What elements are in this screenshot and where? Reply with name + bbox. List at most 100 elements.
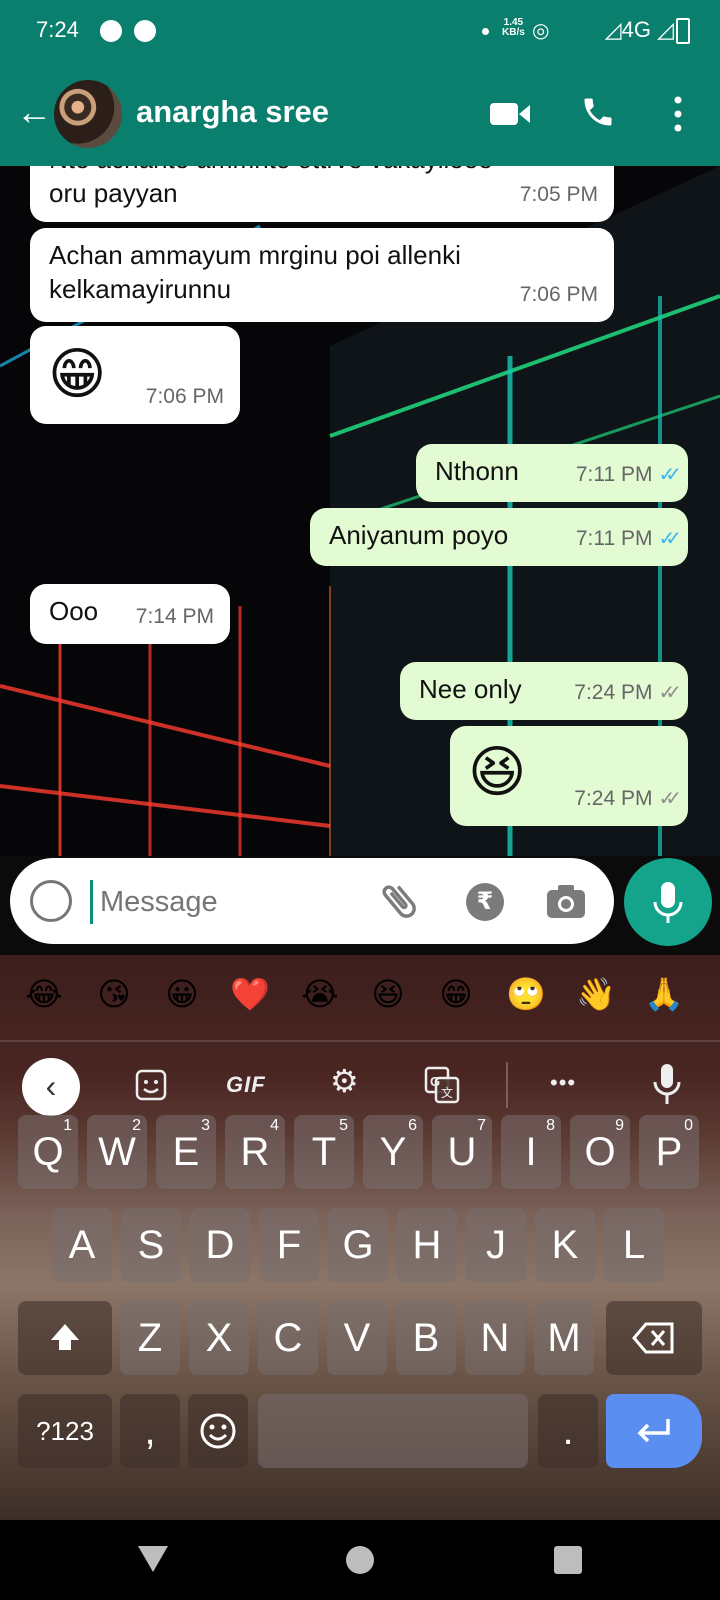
voice-call-icon[interactable]	[580, 94, 616, 130]
symbols-key[interactable]: ?123	[18, 1394, 112, 1468]
attach-icon[interactable]	[376, 878, 422, 924]
key-letter[interactable]: W2	[87, 1115, 147, 1189]
emoji-suggestion[interactable]: 😭	[290, 975, 350, 1013]
video-call-icon[interactable]	[490, 101, 530, 127]
back-arrow-icon[interactable]: ←	[16, 94, 52, 130]
message-text: kelkamayirunnu	[49, 274, 232, 304]
key-letter[interactable]: S	[121, 1208, 181, 1282]
emoji-suggestion[interactable]: 😆	[358, 975, 418, 1013]
home-nav-icon[interactable]	[346, 1546, 374, 1574]
enter-key[interactable]	[606, 1394, 702, 1468]
key-label: O	[584, 1130, 616, 1174]
message-bubble-incoming[interactable]: Nte achante ammnte ottrve vakayileee oru…	[30, 166, 614, 222]
message-bubble-incoming[interactable]: Ooo 7:14 PM	[30, 584, 230, 644]
more-tools-icon[interactable]: •••	[550, 1070, 576, 1096]
key-letter[interactable]: O9	[570, 1115, 630, 1189]
emoji-suggestion[interactable]: 😂	[14, 975, 74, 1013]
key-letter[interactable]: Y6	[363, 1115, 423, 1189]
gif-button[interactable]: GIF	[226, 1072, 266, 1098]
message-text: Achan ammayum mrginu poi allenki	[49, 240, 461, 270]
camera-icon[interactable]	[546, 883, 586, 919]
key-letter[interactable]: B	[396, 1301, 456, 1375]
avatar[interactable]	[54, 80, 122, 148]
message-bubble-outgoing[interactable]: Aniyanum poyo 7:11 PM ✓✓	[310, 508, 688, 566]
payment-icon[interactable]: ₹	[466, 883, 504, 921]
key-letter[interactable]: V	[327, 1301, 387, 1375]
key-letter[interactable]: N	[465, 1301, 525, 1375]
key-letter[interactable]: X	[189, 1301, 249, 1375]
message-bubble-outgoing[interactable]: Nthonn 7:11 PM ✓✓	[416, 444, 688, 502]
emoji-suggestion[interactable]: ❤️	[220, 975, 280, 1013]
key-letter[interactable]: L	[604, 1208, 664, 1282]
emoji-suggestion[interactable]: 😘	[84, 975, 144, 1013]
key-letter[interactable]: G	[328, 1208, 388, 1282]
backspace-key[interactable]	[606, 1301, 702, 1375]
shift-key[interactable]	[18, 1301, 112, 1375]
key-letter[interactable]: Q1	[18, 1115, 78, 1189]
emoji-suggestion[interactable]: 🙄	[496, 975, 556, 1013]
voice-input-icon[interactable]	[650, 1062, 684, 1110]
key-letter[interactable]: D	[190, 1208, 250, 1282]
key-label: R	[240, 1130, 270, 1174]
key-letter[interactable]: M	[534, 1301, 594, 1375]
emoji-key[interactable]	[188, 1394, 248, 1468]
svg-text:文: 文	[441, 1085, 453, 1100]
message-input[interactable]	[100, 880, 360, 924]
key-label: Q	[32, 1130, 64, 1174]
more-options-icon[interactable]	[670, 94, 686, 134]
key-label: .	[562, 1409, 574, 1453]
key-letter[interactable]: U7	[432, 1115, 492, 1189]
message-bubble-outgoing[interactable]: Nee only 7:24 PM ✓✓	[400, 662, 688, 720]
chat-header: ← anargha sree	[0, 64, 720, 166]
message-time: 7:11 PM ✓✓	[575, 458, 682, 492]
message-bubble-incoming[interactable]: 😁 7:06 PM	[30, 326, 240, 424]
recents-nav-icon[interactable]	[554, 1546, 582, 1574]
translate-icon[interactable]: G 文	[424, 1066, 460, 1104]
emoji-suggestion[interactable]: 👋	[566, 975, 626, 1013]
voice-record-button[interactable]	[624, 858, 712, 946]
key-letter[interactable]: H	[397, 1208, 457, 1282]
key-letter[interactable]: K	[535, 1208, 595, 1282]
emoji-suggestion[interactable]: 🙏	[634, 975, 694, 1013]
key-label: E	[172, 1130, 200, 1174]
key-hint: 6	[408, 1117, 417, 1134]
key-label: P	[655, 1130, 683, 1174]
key-letter[interactable]: T5	[294, 1115, 354, 1189]
emoji-suggestion[interactable]: 😀	[152, 975, 212, 1013]
space-key[interactable]	[258, 1394, 528, 1468]
key-hint: 1	[63, 1117, 72, 1134]
key-hint: 3	[201, 1117, 210, 1134]
key-letter[interactable]: Z	[120, 1301, 180, 1375]
message-text: oru payyan	[49, 178, 178, 208]
key-letter[interactable]: A	[52, 1208, 112, 1282]
emoji-icon[interactable]	[30, 880, 72, 922]
message-bubble-incoming[interactable]: Achan ammayum mrginu poi allenki kelkama…	[30, 228, 614, 322]
key-label: I	[525, 1130, 537, 1174]
key-letter[interactable]: F	[259, 1208, 319, 1282]
message-time: 7:06 PM	[519, 283, 598, 306]
message-bubble-outgoing[interactable]: 😆 7:24 PM ✓✓	[450, 726, 688, 826]
settings-gear-icon[interactable]: ⚙	[330, 1062, 359, 1100]
keyboard: 😂 😘 😀 ❤️ 😭 😆 😁 🙄 👋 🙏 ‹ GIF ⚙ G 文 ••• Q1W2E3R4T5Y6…	[0, 955, 720, 1520]
key-letter[interactable]: I8	[501, 1115, 561, 1189]
key-label: H	[412, 1223, 442, 1267]
key-letter[interactable]: E3	[156, 1115, 216, 1189]
key-letter[interactable]: C	[258, 1301, 318, 1375]
key-letter[interactable]: J	[466, 1208, 526, 1282]
notification-icon	[134, 20, 156, 42]
comma-key[interactable]: ,	[120, 1394, 180, 1468]
key-label: K	[551, 1223, 579, 1267]
chat-area[interactable]: Nte achante ammnte ottrve vakayileee oru…	[0, 166, 720, 856]
collapse-chevron-icon[interactable]: ‹	[22, 1058, 80, 1116]
sticker-icon[interactable]	[134, 1068, 168, 1102]
message-time-value: 7:11 PM	[575, 463, 653, 486]
key-letter[interactable]: R4	[225, 1115, 285, 1189]
emoji-suggestion[interactable]: 😁	[426, 975, 486, 1013]
back-nav-icon[interactable]	[138, 1546, 168, 1572]
period-key[interactable]: .	[538, 1394, 598, 1468]
key-label: G	[342, 1223, 374, 1267]
contact-name[interactable]: anargha sree	[136, 94, 329, 130]
net-speed-unit: KB/s	[502, 27, 525, 38]
key-letter[interactable]: P0	[639, 1115, 699, 1189]
key-label: L	[622, 1223, 646, 1267]
